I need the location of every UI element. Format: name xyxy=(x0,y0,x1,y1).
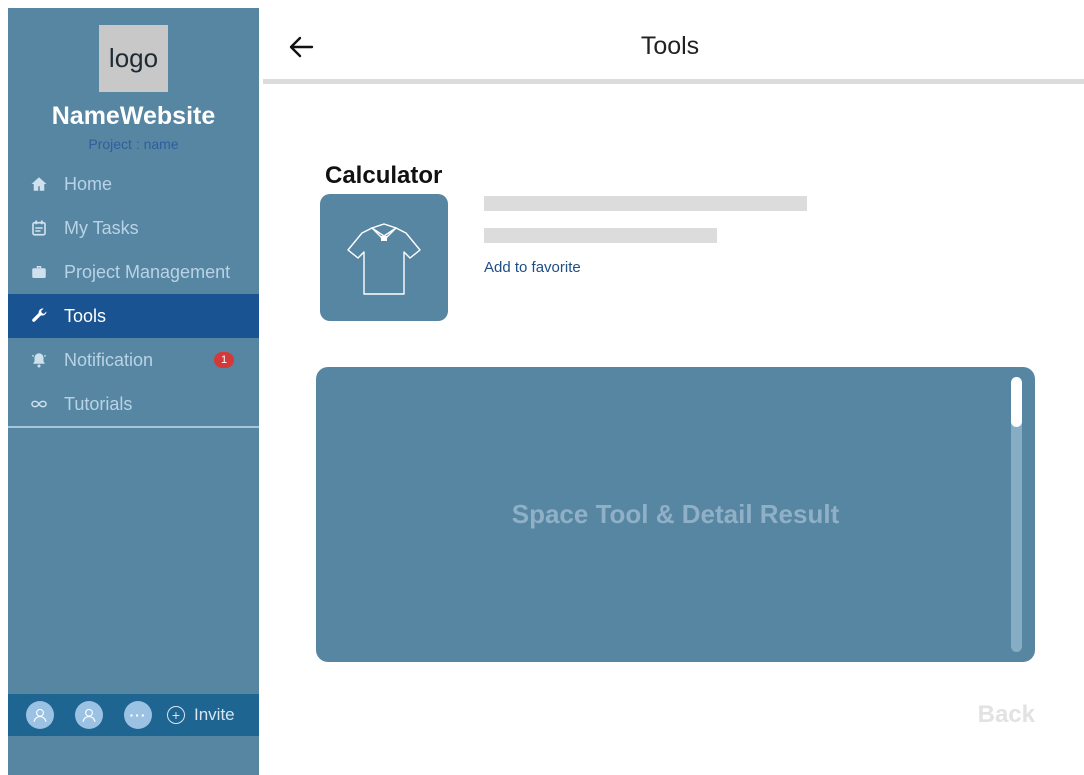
description-placeholder xyxy=(484,196,807,211)
sidebar-item-label: Tutorials xyxy=(64,393,133,414)
scrollbar[interactable] xyxy=(1011,377,1022,652)
sidebar: logo NameWebsite Project : name Home My … xyxy=(8,8,259,775)
calendar-icon xyxy=(28,217,50,239)
logo: logo xyxy=(99,25,168,92)
plus-circle-icon: + xyxy=(167,706,185,724)
briefcase-icon xyxy=(28,261,50,283)
sidebar-item-label: Tools xyxy=(64,305,107,326)
app-root: logo NameWebsite Project : name Home My … xyxy=(0,0,1084,775)
sidebar-item-label: Project Management xyxy=(64,261,231,282)
infinity-icon xyxy=(28,393,50,415)
team-bar: ··· + Invite xyxy=(8,694,259,736)
tool-result-panel[interactable]: Space Tool & Detail Result xyxy=(316,367,1035,662)
result-placeholder-text: Space Tool & Detail Result xyxy=(511,499,840,529)
logo-text: logo xyxy=(108,43,159,73)
site-name: NameWebsite xyxy=(51,102,216,130)
shirt-icon xyxy=(347,222,421,295)
tool-image xyxy=(320,194,448,321)
scrollbar-thumb[interactable] xyxy=(1011,377,1022,427)
add-to-favorite-link[interactable]: Add to favorite xyxy=(484,259,581,276)
sidebar-item-label: My Tasks xyxy=(64,217,139,238)
description-placeholder xyxy=(484,228,717,243)
sidebar-item-tools[interactable]: Tools xyxy=(8,294,259,338)
user-icon xyxy=(33,708,47,722)
page-title: Tools xyxy=(640,32,700,60)
invite-button[interactable]: + Invite xyxy=(167,705,235,725)
sidebar-item-home[interactable]: Home xyxy=(8,162,259,206)
notification-badge: 1 xyxy=(214,352,234,368)
tool-title: Calculator xyxy=(325,162,443,189)
sidebar-item-my-tasks[interactable]: My Tasks xyxy=(8,206,259,250)
avatar[interactable] xyxy=(75,701,103,729)
sidebar-nav: Home My Tasks Project Management Tools N… xyxy=(8,162,259,426)
home-icon xyxy=(28,173,50,195)
bell-icon xyxy=(28,349,50,371)
back-arrow-icon[interactable] xyxy=(286,32,316,62)
back-button[interactable]: Back xyxy=(960,701,1035,729)
wrench-icon xyxy=(28,305,50,327)
user-icon xyxy=(82,708,96,722)
more-members-button[interactable]: ··· xyxy=(124,701,152,729)
sidebar-item-label: Notification xyxy=(64,349,154,370)
invite-label: Invite xyxy=(194,705,235,724)
sidebar-item-notification[interactable]: Notification 1 xyxy=(8,338,259,382)
sidebar-item-project-management[interactable]: Project Management xyxy=(8,250,259,294)
sidebar-divider xyxy=(8,426,259,428)
sidebar-item-tutorials[interactable]: Tutorials xyxy=(8,382,259,426)
sidebar-item-label: Home xyxy=(64,173,113,194)
avatar[interactable] xyxy=(26,701,54,729)
header-divider xyxy=(263,79,1084,84)
project-name: Project : name xyxy=(88,136,179,152)
